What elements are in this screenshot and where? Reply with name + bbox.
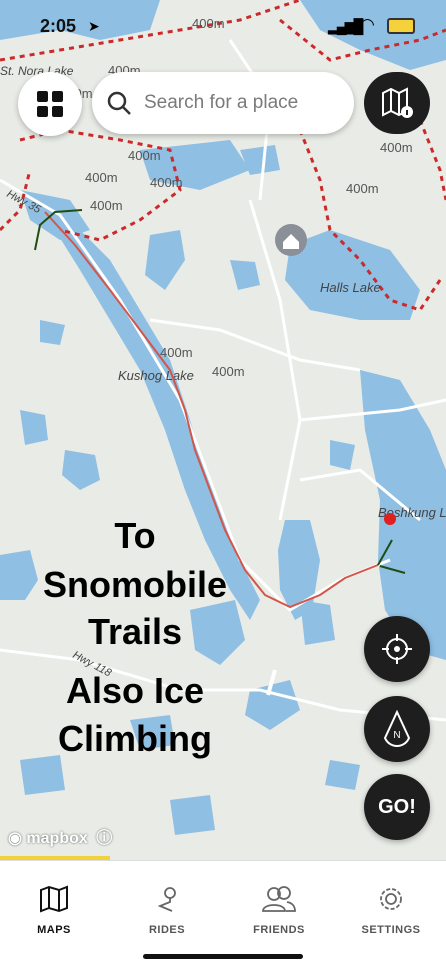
locate-me-button[interactable]	[364, 616, 430, 682]
svg-text:N: N	[393, 730, 400, 741]
mapbox-icon: ◉	[8, 830, 22, 847]
crosshair-icon	[382, 634, 412, 664]
halls-lake-label: Halls Lake	[320, 280, 381, 295]
wifi-icon: ◠	[360, 15, 375, 34]
search-placeholder: Search for a place	[144, 92, 299, 113]
svg-text:400m: 400m	[90, 198, 123, 213]
route-pin-icon	[157, 887, 176, 912]
go-button[interactable]: GO!	[364, 774, 430, 840]
home-indicator	[143, 954, 303, 959]
svg-text:400m: 400m	[85, 170, 118, 185]
overlay-line-3: Trails	[87, 611, 183, 652]
search-bar[interactable]: Search for a place	[92, 72, 354, 134]
location-pin[interactable]	[384, 513, 396, 525]
compass-button[interactable]: N	[364, 696, 430, 762]
tab-friends-label: FRIENDS	[253, 924, 305, 936]
svg-text:400m: 400m	[346, 181, 379, 196]
tab-maps-label: MAPS	[37, 924, 71, 936]
menu-grid-button[interactable]	[18, 72, 82, 136]
home-marker-icon[interactable]	[275, 224, 307, 256]
map-icon	[40, 885, 68, 913]
overlay-line-1: To	[114, 515, 156, 556]
map-info-icon	[382, 87, 413, 118]
svg-text:400m: 400m	[128, 148, 161, 163]
svg-text:400m: 400m	[150, 175, 183, 190]
tab-settings[interactable]: SETTINGS	[341, 885, 441, 936]
svg-text:400m: 400m	[212, 364, 245, 379]
grid-icon	[37, 91, 63, 117]
gear-icon	[380, 888, 402, 910]
go-label: GO!	[378, 795, 416, 818]
overlay-line-5: Climbing	[58, 718, 212, 759]
info-icon[interactable]: ⓘ	[96, 830, 112, 847]
svg-text:400m: 400m	[380, 140, 413, 155]
location-arrow-icon: ➤	[88, 18, 100, 34]
tab-rides[interactable]: RIDES	[117, 885, 217, 936]
svg-text:400m: 400m	[160, 345, 193, 360]
kushog-lake-label: Kushog Lake	[118, 368, 194, 383]
search-icon	[107, 91, 131, 115]
mapbox-attribution: mapbox	[26, 830, 88, 847]
tab-maps[interactable]: MAPS	[4, 885, 104, 936]
status-bar: 2:05 ➤ ▂▄▆█ ◠	[0, 14, 446, 44]
tab-bar: MAPS RIDES FRIENDS SETTINGS	[0, 860, 446, 969]
friends-icon	[262, 886, 296, 912]
overlay-line-4: Also Ice	[65, 670, 205, 711]
tab-settings-label: SETTINGS	[361, 924, 421, 936]
status-time: 2:05	[40, 16, 77, 36]
compass-icon: N	[383, 710, 411, 747]
tab-rides-label: RIDES	[148, 924, 186, 936]
signal-icon: ▂▄▆█	[328, 18, 363, 34]
battery-icon	[387, 18, 415, 34]
tab-friends[interactable]: FRIENDS	[229, 885, 329, 936]
map-layers-button[interactable]	[364, 72, 430, 134]
mapbox-logo: ◉ mapbox ⓘ	[8, 824, 112, 848]
overlay-line-2: Snomobile	[42, 564, 227, 605]
